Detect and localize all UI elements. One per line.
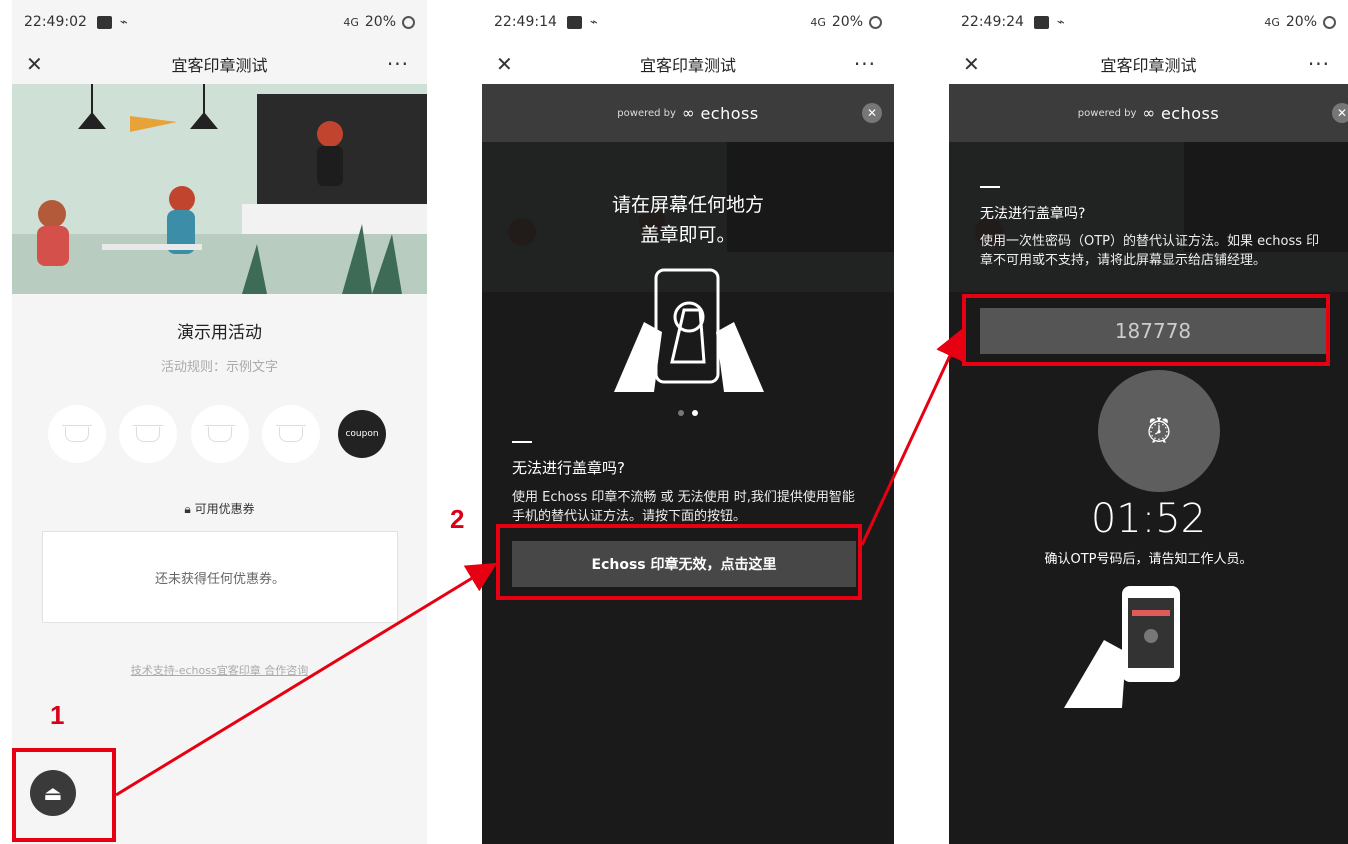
arrow-step1-to-step2	[115, 562, 498, 797]
arrow-step2-to-otp	[860, 328, 964, 546]
flow-arrows	[115, 328, 964, 797]
